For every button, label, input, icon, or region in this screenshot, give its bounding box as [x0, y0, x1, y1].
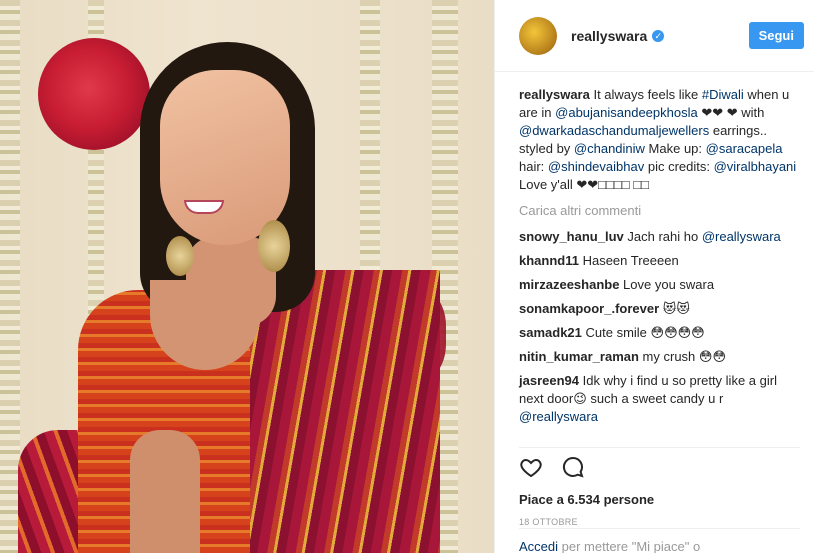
- post-sidebar: reallyswara ✓ Segui reallyswara It alway…: [494, 0, 814, 553]
- comment-mention-link[interactable]: @reallyswara: [519, 409, 598, 424]
- comment-username[interactable]: sonamkapoor_.forever: [519, 301, 663, 316]
- post-photo[interactable]: [0, 0, 494, 553]
- caption-segment: hair:: [519, 159, 548, 174]
- verified-badge-icon: ✓: [652, 29, 665, 42]
- caption-tag-link[interactable]: @saracapela: [706, 141, 783, 156]
- caption-tag-link[interactable]: @abujanisandeepkhosla: [555, 105, 698, 120]
- avatar[interactable]: [519, 16, 557, 55]
- comment-item: jasreen94 Idk why i find u so pretty lik…: [519, 372, 800, 426]
- dupatta: [250, 270, 440, 553]
- caption-tag-link[interactable]: @dwarkadaschandumaljewellers: [519, 123, 709, 138]
- comment-text: Cute smile 😳😳😳😳: [585, 325, 705, 340]
- follow-button[interactable]: Segui: [748, 22, 804, 49]
- caption-tag-link[interactable]: #Diwali: [702, 87, 744, 102]
- post-header: reallyswara ✓ Segui: [495, 0, 814, 72]
- caption-segment: pic credits:: [644, 159, 714, 174]
- login-prompt-text: per mettere "Mi piace" o: [558, 539, 701, 553]
- flower-garland: [0, 0, 20, 553]
- caption-tag-link[interactable]: @shindevaibhav: [548, 159, 644, 174]
- caption-segment: It always feels like: [593, 87, 702, 102]
- comment-text: my crush 😳😳: [642, 349, 726, 364]
- comment-item: snowy_hanu_luv Jach rahi ho @reallyswara: [519, 228, 800, 246]
- comment-username[interactable]: khannd11: [519, 253, 583, 268]
- username[interactable]: reallyswara: [571, 28, 647, 44]
- heart-icon[interactable]: [519, 455, 543, 484]
- comment-text: Jach rahi ho: [627, 229, 702, 244]
- earring: [258, 220, 290, 272]
- comment-item: nitin_kumar_raman my crush 😳😳: [519, 348, 800, 366]
- comment-item: khannd11 Haseen Treeeen: [519, 252, 800, 270]
- comment-item: sonamkapoor_.forever 😻😻: [519, 300, 800, 318]
- comments-list[interactable]: reallyswara It always feels like #Diwali…: [495, 72, 814, 437]
- post-actions: Piace a 6.534 persone 18 OTTOBRE: [519, 447, 800, 527]
- comment-item: samadk21 Cute smile 😳😳😳😳: [519, 324, 800, 342]
- face: [160, 70, 290, 245]
- likes-count[interactable]: Piace a 6.534 persone: [519, 492, 800, 507]
- comment-items: snowy_hanu_luv Jach rahi ho @reallyswara…: [519, 228, 800, 426]
- caption-segment: ❤❤ ❤ with: [697, 105, 765, 120]
- caption-segment: Love y'all ❤❤□□□□ □□: [519, 177, 649, 192]
- post-date: 18 OTTOBRE: [519, 517, 578, 527]
- comment-username[interactable]: jasreen94: [519, 373, 583, 388]
- caption-tag-link[interactable]: @chandiniw: [574, 141, 645, 156]
- comment-icon[interactable]: [561, 455, 585, 484]
- comment-text: 😻😻: [662, 301, 690, 316]
- comment-username[interactable]: samadk21: [519, 325, 586, 340]
- comment-username[interactable]: mirzazeeshanbe: [519, 277, 623, 292]
- comment-username[interactable]: nitin_kumar_raman: [519, 349, 643, 364]
- login-prompt: Accedi per mettere "Mi piace" o: [519, 528, 800, 553]
- earring: [166, 236, 194, 276]
- load-more-comments-link[interactable]: Carica altri commenti: [519, 202, 800, 220]
- caption-username[interactable]: reallyswara: [519, 87, 590, 102]
- red-flower-ball: [38, 38, 150, 150]
- comment-text: Haseen Treeeen: [582, 253, 679, 268]
- caption-text: It always feels like #Diwali when u are …: [519, 87, 796, 192]
- arm: [130, 430, 200, 553]
- comment-mention-link[interactable]: @reallyswara: [702, 229, 781, 244]
- caption: reallyswara It always feels like #Diwali…: [519, 86, 800, 194]
- comment-username[interactable]: snowy_hanu_luv: [519, 229, 627, 244]
- comment-item: mirzazeeshanbe Love you swara: [519, 276, 800, 294]
- login-link[interactable]: Accedi: [519, 539, 558, 553]
- caption-segment: Make up:: [644, 141, 706, 156]
- caption-tag-link[interactable]: @viralbhayani: [714, 159, 797, 174]
- comment-text: Love you swara: [623, 277, 715, 292]
